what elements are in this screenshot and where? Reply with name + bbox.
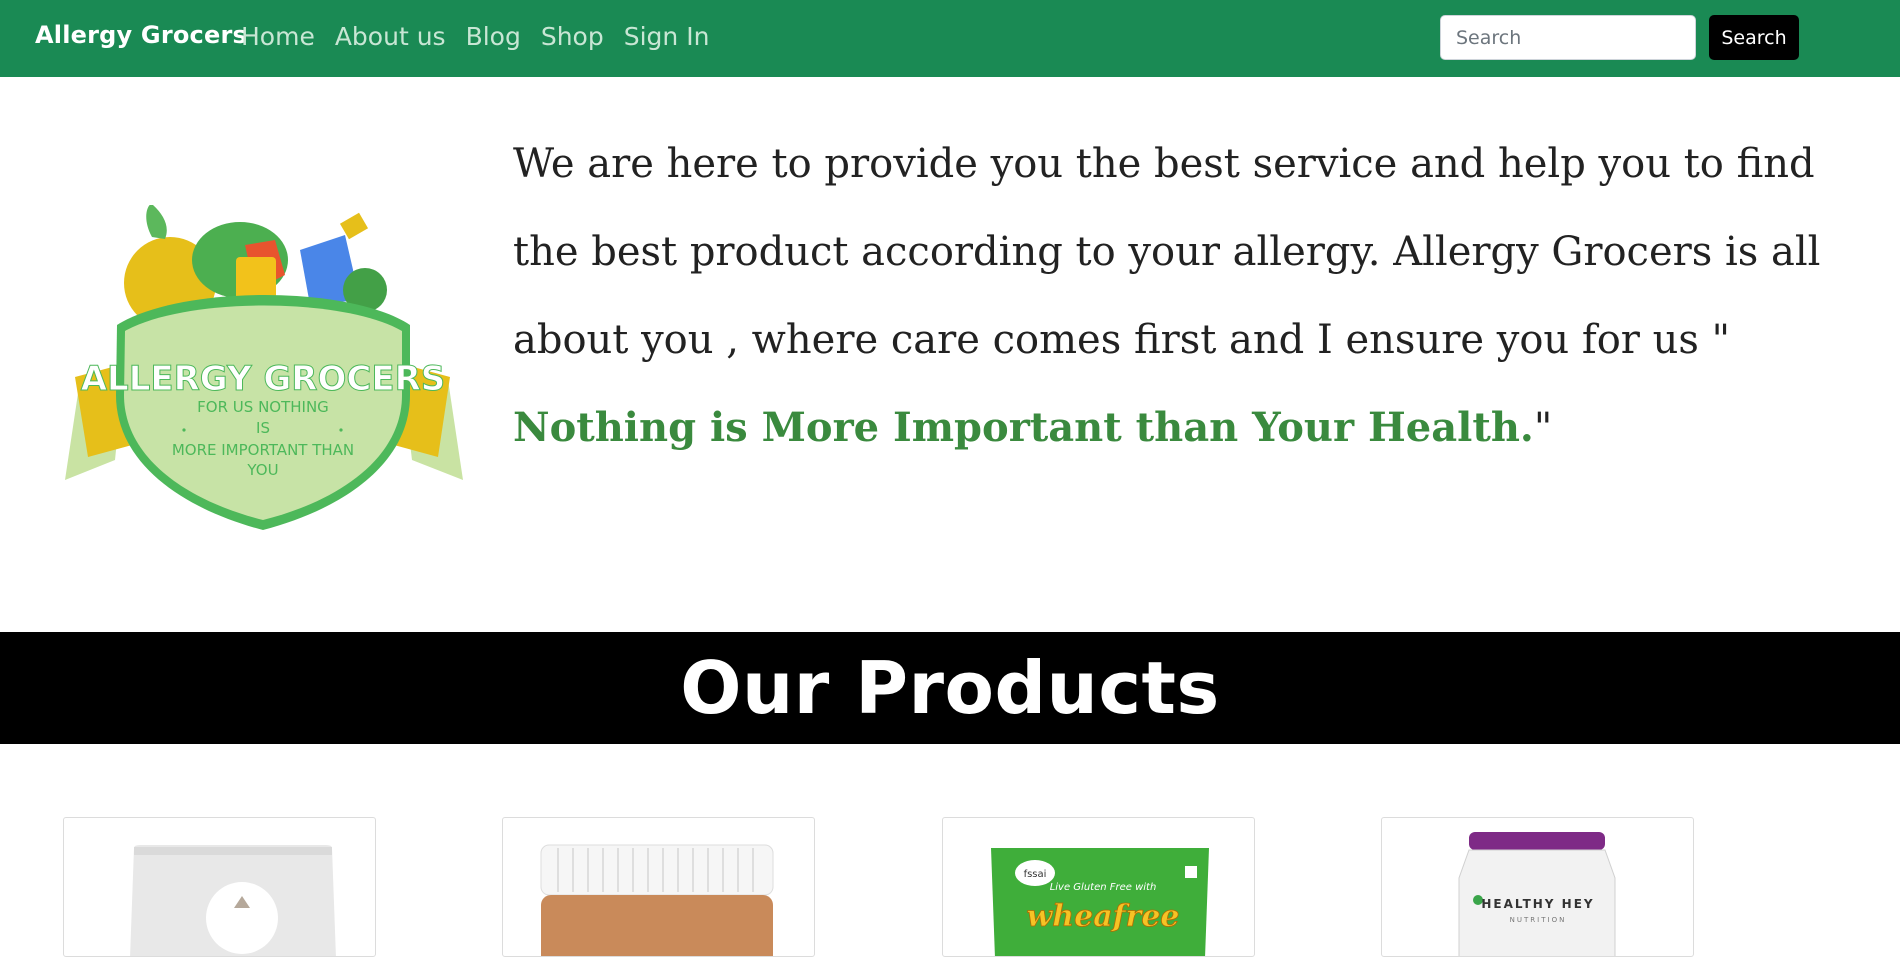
product-image-protein-tub: HEALTHY HEY NUTRITION — [1458, 832, 1616, 956]
badge-tagline-2: IS — [256, 419, 270, 437]
top-navbar: Allergy Grocers Home About us Blog Shop … — [0, 0, 1900, 77]
nav-links: Home About us Blog Shop Sign In — [241, 22, 729, 51]
products-heading-band: Our Products — [0, 632, 1900, 744]
product-card-pouch[interactable] — [63, 817, 376, 957]
products-heading: Our Products — [680, 646, 1220, 730]
product-card-healthy-hey[interactable]: HEALTHY HEY NUTRITION — [1381, 817, 1694, 957]
hero-mission-text: We are here to provide you the best serv… — [513, 120, 1883, 472]
product-card-wheafree[interactable]: fssai Live Gluten Free with wheafree — [942, 817, 1255, 957]
hero-text-close-quote: " — [1533, 405, 1553, 451]
badge-title: ALLERGY GROCERS — [81, 359, 446, 399]
nav-link-home[interactable]: Home — [241, 22, 315, 51]
healthy-hey-brand: HEALTHY HEY — [1481, 897, 1594, 911]
allergy-grocers-badge-logo: ALLERGY GROCERS FOR US NOTHING IS MORE I… — [65, 205, 463, 530]
fssai-badge: fssai — [1024, 869, 1047, 880]
product-card-peanut-butter[interactable] — [502, 817, 815, 957]
nav-link-blog[interactable]: Blog — [466, 22, 521, 51]
search-button[interactable]: Search — [1709, 15, 1799, 60]
nav-link-about-us[interactable]: About us — [335, 22, 446, 51]
wheafree-brand: wheafree — [1026, 899, 1179, 934]
hero-text-emphasis: Nothing is More Important than Your Heal… — [513, 404, 1534, 451]
healthy-hey-subtext: NUTRITION — [1510, 916, 1567, 924]
brand-logo-text[interactable]: Allergy Grocers — [35, 21, 247, 49]
hero-text-main: We are here to provide you the best serv… — [513, 141, 1821, 363]
badge-tagline-4: YOU — [246, 461, 278, 479]
leaf-icon — [146, 205, 167, 239]
product-image-jar — [540, 844, 774, 956]
badge-tagline-1: FOR US NOTHING — [197, 398, 329, 416]
nav-link-sign-in[interactable]: Sign In — [624, 22, 710, 51]
product-image-wheafree-pack: fssai Live Gluten Free with wheafree — [991, 848, 1209, 956]
product-image-pouch — [130, 845, 336, 956]
wheafree-tagline: Live Gluten Free with — [1050, 882, 1157, 893]
nav-link-shop[interactable]: Shop — [541, 22, 604, 51]
search-input[interactable] — [1440, 15, 1696, 60]
badge-tagline-3: MORE IMPORTANT THAN — [172, 441, 354, 459]
